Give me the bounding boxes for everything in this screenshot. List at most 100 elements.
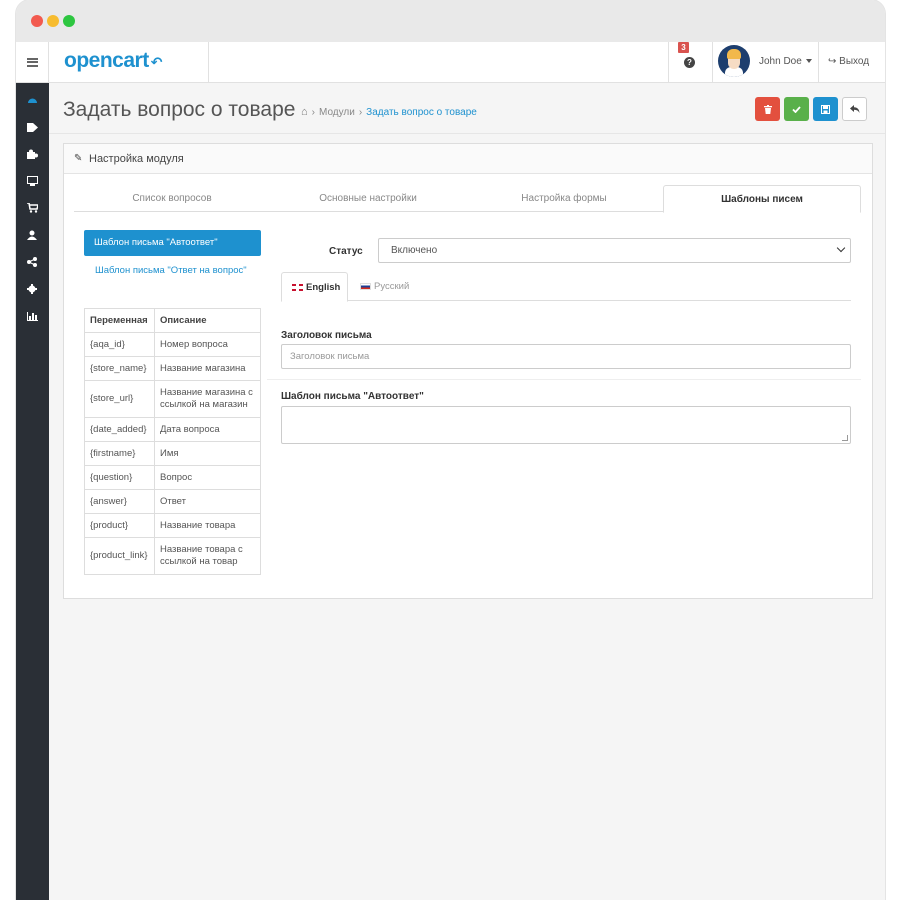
language-tabs: English Русский <box>281 272 851 302</box>
sidebar <box>16 83 49 900</box>
status-select[interactable]: Включено <box>378 238 851 263</box>
uk-flag-icon <box>292 283 303 291</box>
variable-cell: {product} <box>84 513 155 538</box>
sign-out-icon: ↪ <box>828 56 837 67</box>
variables-table: Переменная Описание {aqa_id} Номер вопрос… <box>84 308 261 575</box>
puzzle-icon[interactable] <box>24 146 40 162</box>
variable-cell: {aqa_id} <box>84 332 155 357</box>
help-menu[interactable]: 3 ? <box>668 42 710 82</box>
save-button[interactable] <box>813 97 838 121</box>
tab-main-settings[interactable]: Основные настройки <box>270 185 466 212</box>
status-select-value: Включено <box>391 245 438 256</box>
notification-badge: 3 <box>678 42 689 53</box>
tab-email-templates[interactable]: Шаблоны писем <box>663 185 861 213</box>
browser-window: opencart ↶ 3 ? John Doe ↪ Выход Задать в… <box>16 0 885 900</box>
status-label: Статус <box>329 246 363 257</box>
tab-form-settings[interactable]: Настройка формы <box>466 185 662 212</box>
home-icon[interactable]: ⌂ <box>301 106 308 118</box>
description-cell: Название товара <box>154 513 261 538</box>
description-cell: Дата вопроса <box>154 417 261 442</box>
minimize-window-dot[interactable] <box>47 15 59 27</box>
variable-cell: {store_url} <box>84 380 155 418</box>
user-icon[interactable] <box>24 227 40 243</box>
menu-toggle-button[interactable] <box>16 42 49 82</box>
variable-cell: {answer} <box>84 489 155 514</box>
hamburger-icon <box>26 57 38 67</box>
chevron-down-icon <box>836 243 846 253</box>
template-body-textarea[interactable] <box>281 406 851 444</box>
main-content: Задать вопрос о товаре ⌂ › Модули › Зада… <box>49 83 885 900</box>
table-row: {store_url} Название магазина с ссылкой н… <box>84 380 261 418</box>
desktop-icon[interactable] <box>24 173 40 189</box>
divider <box>208 42 209 82</box>
breadcrumb-current[interactable]: Задать вопрос о товаре <box>366 107 477 118</box>
module-settings-panel: ✎ Настройка модуля Список вопросов Основ… <box>63 143 873 599</box>
share-icon[interactable] <box>24 254 40 270</box>
trash-icon <box>763 104 772 114</box>
top-header: opencart ↶ 3 ? John Doe ↪ Выход <box>16 42 885 83</box>
tab-questions-list[interactable]: Список вопросов <box>74 185 270 212</box>
opencart-logo[interactable]: opencart ↶ <box>64 49 162 73</box>
autoreply-template-button[interactable]: Шаблон письма "Автоответ" <box>84 230 261 256</box>
avatar <box>718 45 750 77</box>
tags-icon[interactable] <box>24 119 40 135</box>
template-body-label: Шаблон письма "Автоответ" <box>281 391 424 402</box>
tab-language-russian[interactable]: Русский <box>360 272 409 301</box>
bar-chart-icon[interactable] <box>24 308 40 324</box>
question-circle-icon: ? <box>684 57 695 68</box>
table-row: {product_link} Название товара с ссылкой … <box>84 537 261 575</box>
breadcrumb-modules[interactable]: Модули <box>319 107 355 118</box>
settings-tabs: Список вопросов Основные настройки Настр… <box>74 185 861 213</box>
user-name: John Doe <box>759 56 812 67</box>
variable-cell: {question} <box>84 465 155 490</box>
description-cell: Вопрос <box>154 465 261 490</box>
check-icon <box>792 105 801 113</box>
resize-handle-icon[interactable] <box>842 435 848 441</box>
panel-title: Настройка модуля <box>89 153 184 165</box>
tab-language-english[interactable]: English <box>281 272 348 302</box>
description-cell: Название магазина с ссылкой на магазин <box>154 380 261 418</box>
table-header-variable: Переменная <box>84 308 155 333</box>
dashboard-icon[interactable] <box>24 92 40 108</box>
variable-cell: {product_link} <box>84 537 155 575</box>
reply-icon <box>849 105 859 113</box>
logout-link[interactable]: ↪ Выход <box>828 56 869 67</box>
delete-button[interactable] <box>755 97 780 121</box>
window-titlebar <box>16 0 885 42</box>
description-cell: Номер вопроса <box>154 332 261 357</box>
table-row: {store_name} Название магазина <box>84 356 261 381</box>
cart-icon[interactable] <box>24 200 40 216</box>
table-row: {date_added} Дата вопроса <box>84 417 261 442</box>
divider <box>712 42 713 82</box>
panel-heading: ✎ Настройка модуля <box>64 144 872 174</box>
table-row: {product} Название товара <box>84 513 261 538</box>
cog-icon[interactable] <box>24 281 40 297</box>
table-row: {answer} Ответ <box>84 489 261 514</box>
description-cell: Ответ <box>154 489 261 514</box>
variable-cell: {firstname} <box>84 441 155 466</box>
table-row: {question} Вопрос <box>84 465 261 490</box>
description-cell: Имя <box>154 441 261 466</box>
russia-flag-icon <box>360 283 371 290</box>
variable-cell: {store_name} <box>84 356 155 381</box>
variable-cell: {date_added} <box>84 417 155 442</box>
page-title: Задать вопрос о товаре <box>63 98 296 121</box>
pencil-icon: ✎ <box>74 153 83 164</box>
subject-label: Заголовок письма <box>281 330 372 341</box>
divider <box>818 42 819 82</box>
maximize-window-dot[interactable] <box>63 15 75 27</box>
user-menu[interactable]: John Doe <box>716 42 818 82</box>
subject-input[interactable]: Заголовок письма <box>281 344 851 369</box>
description-cell: Название магазина <box>154 356 261 381</box>
divider <box>49 133 885 134</box>
save-icon <box>821 104 830 114</box>
description-cell: Название товара с ссылкой на товар <box>154 537 261 575</box>
caret-down-icon <box>805 59 812 64</box>
table-header-description: Описание <box>154 308 261 333</box>
answer-template-link[interactable]: Шаблон письма "Ответ на вопрос" <box>95 265 247 276</box>
divider <box>267 379 861 380</box>
breadcrumb: ⌂ › Модули › Задать вопрос о товаре <box>301 106 477 118</box>
apply-button[interactable] <box>784 97 809 121</box>
close-window-dot[interactable] <box>31 15 43 27</box>
back-button[interactable] <box>842 97 867 121</box>
